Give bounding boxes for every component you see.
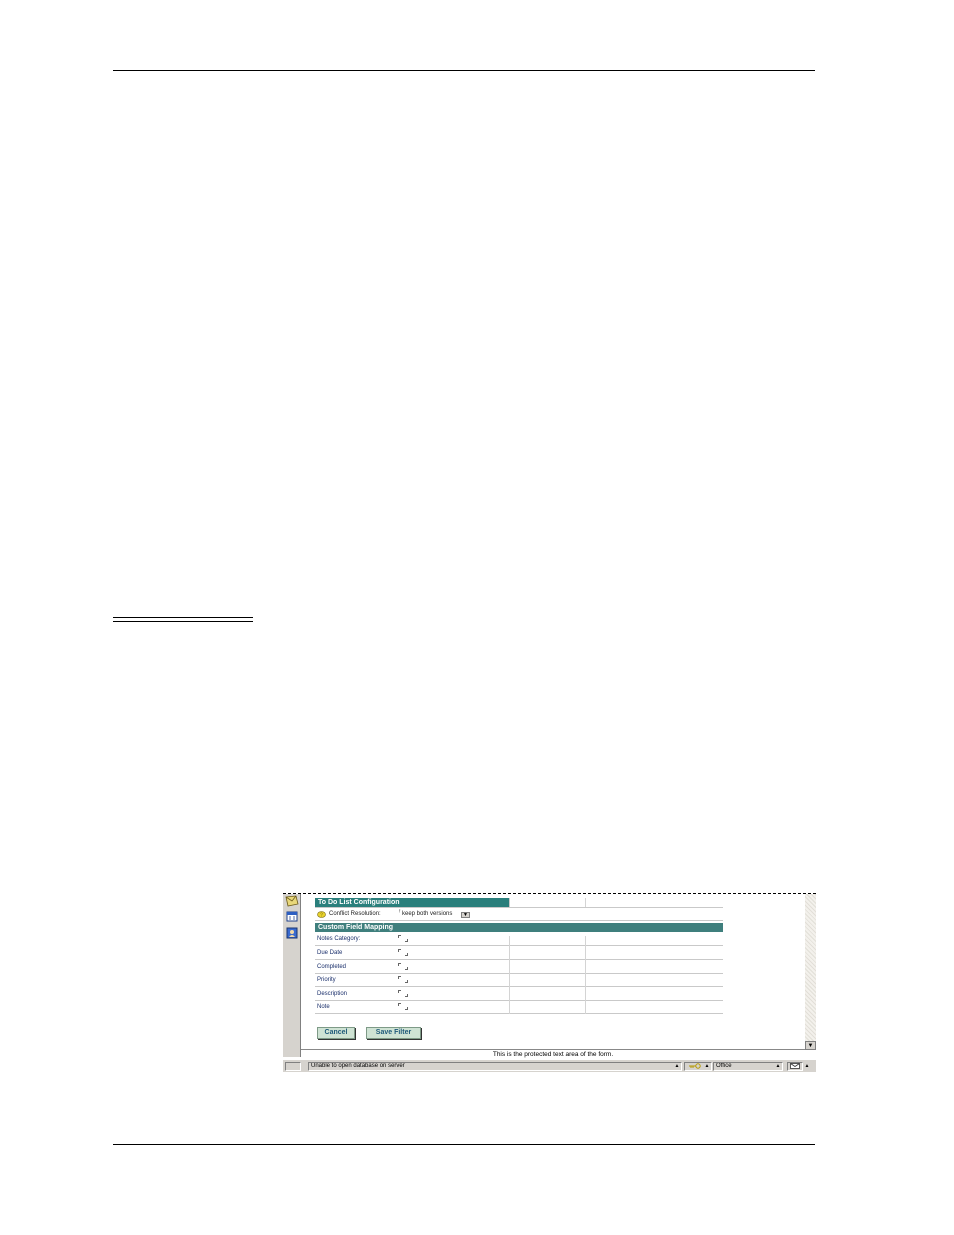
row-divider: [315, 920, 723, 921]
row-divider: [315, 1013, 723, 1014]
form-content: To Do List Configuration ? Conflict Reso…: [301, 894, 805, 1044]
todo-config-header: To Do List Configuration: [315, 898, 509, 907]
row-divider: [315, 945, 723, 946]
address-book-icon[interactable]: [285, 927, 299, 939]
column-divider: [509, 898, 510, 907]
due-date-field[interactable]: [398, 949, 408, 956]
priority-field[interactable]: [398, 976, 408, 983]
column-divider: [585, 936, 586, 1014]
save-filter-button[interactable]: Save Filter: [366, 1027, 421, 1039]
completed-label: Completed: [317, 964, 347, 970]
completed-field[interactable]: [398, 963, 408, 970]
conflict-quote: ᶠ: [399, 910, 401, 916]
status-bar: Unable to open database on server ▲ ▲ Of…: [283, 1059, 816, 1072]
cancel-button[interactable]: Cancel: [317, 1027, 355, 1039]
row-divider: [315, 1000, 723, 1001]
custom-field-mapping-header: Custom Field Mapping: [315, 923, 723, 932]
vertical-scrollbar[interactable]: ▼: [805, 894, 816, 1050]
notes-window-screenshot: To Do List Configuration ? Conflict Reso…: [283, 893, 816, 1076]
chevron-up-icon[interactable]: ▲: [803, 1062, 811, 1071]
notes-category-field[interactable]: [398, 935, 408, 942]
column-divider: [585, 898, 586, 907]
page-footer-rule: [113, 1144, 815, 1145]
inbox-icon[interactable]: [787, 1062, 803, 1071]
status-blank-cell: [285, 1062, 301, 1071]
row-divider: [315, 907, 723, 908]
notes-category-label: Notes Category:: [317, 936, 361, 942]
note-label: Note: [317, 1004, 330, 1010]
location-selector[interactable]: Office: [713, 1062, 783, 1071]
bookmark-bar: [283, 894, 300, 1057]
status-message[interactable]: Unable to open database on server: [308, 1062, 682, 1071]
chevron-down-icon[interactable]: ▼: [461, 912, 470, 918]
calendar-icon[interactable]: [285, 910, 299, 922]
chevron-up-icon[interactable]: ▲: [774, 1062, 782, 1071]
due-date-label: Due Date: [317, 950, 343, 956]
priority-label: Priority: [317, 977, 336, 983]
conflict-icon: ?: [317, 911, 326, 918]
svg-text:?: ?: [320, 913, 323, 919]
column-divider: [509, 936, 510, 1014]
conflict-resolution-label: Conflict Resolution:: [329, 911, 381, 917]
description-label: Description: [317, 991, 348, 997]
description-field[interactable]: [398, 990, 408, 997]
protected-text-area: This is the protected text area of the f…: [301, 1049, 805, 1059]
section-heading-underline: [113, 617, 253, 622]
conflict-resolution-select[interactable]: keep both versions: [402, 911, 452, 917]
mail-icon[interactable]: [285, 895, 299, 907]
row-divider: [315, 959, 723, 960]
scroll-down-icon[interactable]: ▼: [805, 1041, 816, 1050]
page-header-rule: [113, 70, 815, 71]
note-field[interactable]: [398, 1003, 408, 1010]
row-divider: [315, 973, 723, 974]
chevron-up-icon[interactable]: ▲: [703, 1062, 711, 1071]
chevron-up-icon[interactable]: ▲: [673, 1062, 681, 1071]
row-divider: [315, 986, 723, 987]
